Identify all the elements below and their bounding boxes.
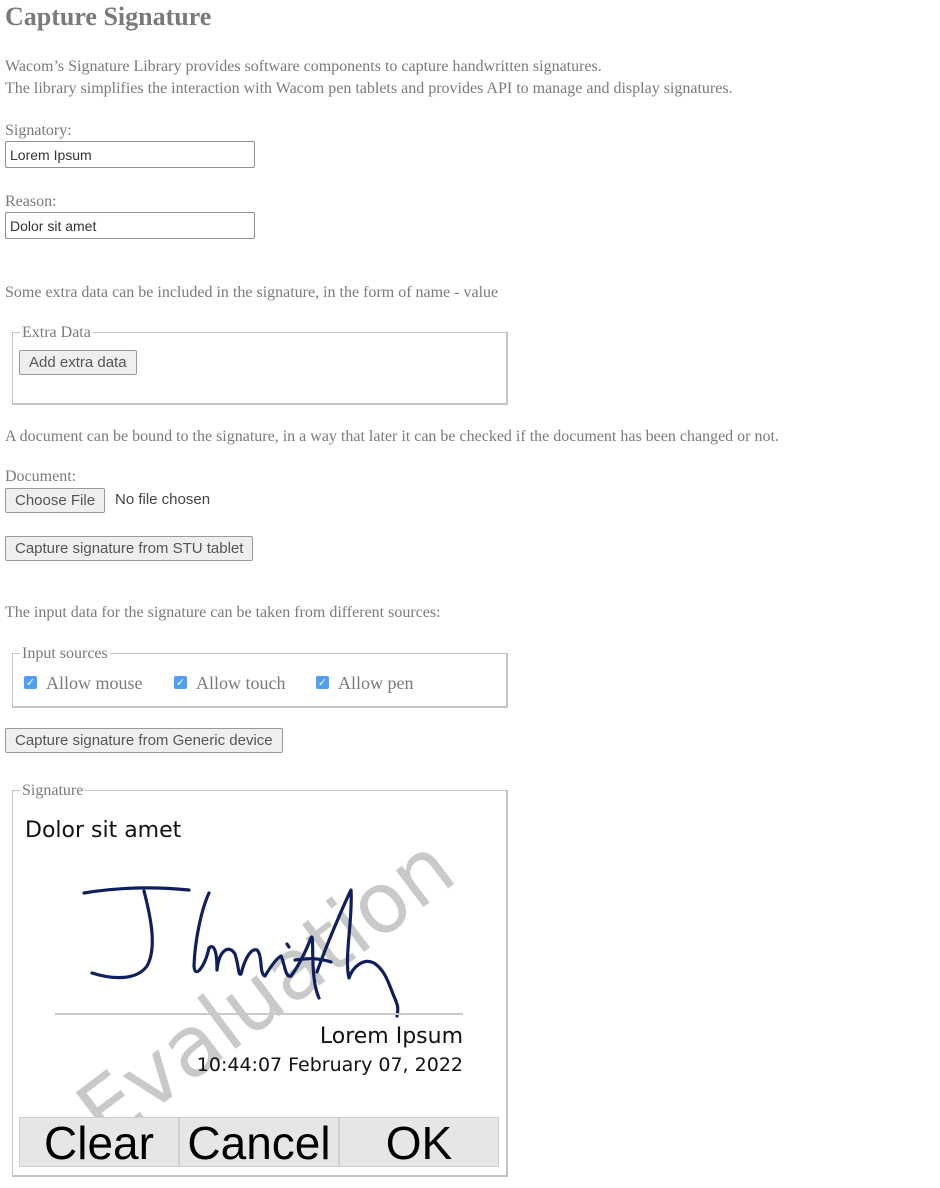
extra-data-legend: Extra Data (20, 323, 93, 343)
document-description: A document can be bound to the signature… (5, 428, 779, 445)
choose-file-button[interactable]: Choose File (5, 488, 106, 513)
capture-stu-button[interactable]: Capture signature from STU tablet (5, 536, 254, 561)
allow-pen-label: Allow pen (338, 673, 414, 693)
input-sources-description: The input data for the signature can be … (5, 604, 441, 621)
intro-line-1: Wacom’s Signature Library provides softw… (5, 58, 602, 75)
intro-line-2: The library simplifies the interaction w… (5, 80, 733, 97)
signer-name: Lorem Ipsum (319, 1024, 463, 1049)
signatory-input[interactable] (5, 141, 255, 168)
allow-mouse-label: Allow mouse (46, 673, 143, 693)
page-title: Capture Signature (5, 2, 212, 31)
signatory-label: Signatory: (5, 122, 72, 139)
document-label: Document: (5, 468, 77, 485)
add-extra-data-button[interactable]: Add extra data (19, 350, 137, 375)
capture-generic-button[interactable]: Capture signature from Generic device (5, 728, 283, 753)
clear-button[interactable]: Clear (19, 1117, 179, 1168)
allow-touch-label: Allow touch (196, 673, 286, 693)
file-status-text: No file chosen (115, 491, 211, 508)
allow-pen-checkbox[interactable]: ✓ (316, 676, 329, 689)
reason-input[interactable] (5, 212, 255, 239)
extra-data-description: Some extra data can be included in the s… (5, 284, 499, 301)
allow-touch-checkbox[interactable]: ✓ (174, 676, 187, 689)
signature-button-bar: Clear Cancel OK (19, 1117, 499, 1168)
allow-mouse-checkbox[interactable]: ✓ (24, 676, 37, 689)
reason-label: Reason: (5, 193, 57, 210)
signature-timestamp: 10:44:07 February 07, 2022 (196, 1054, 463, 1076)
signature-line (55, 1013, 463, 1015)
cancel-button[interactable]: Cancel (179, 1117, 339, 1168)
signature-canvas[interactable]: Dolor sit amet Evaluation Lorem Ipsum 10… (19, 798, 499, 1168)
ok-button[interactable]: OK (339, 1117, 499, 1168)
input-sources-legend: Input sources (20, 644, 110, 664)
